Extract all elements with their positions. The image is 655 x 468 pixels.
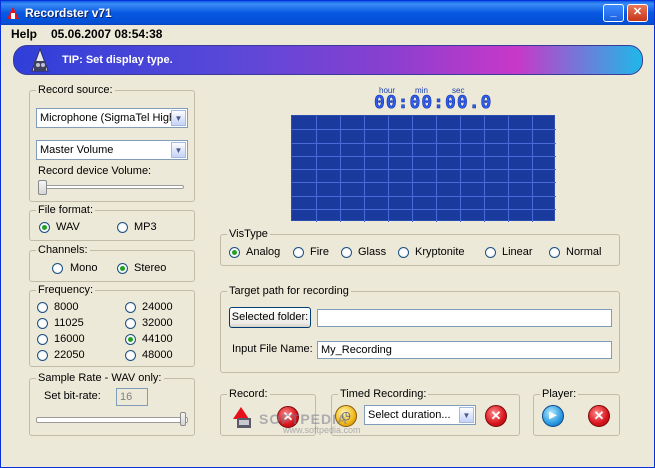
selected-folder-button[interactable]: Selected folder: — [229, 307, 311, 328]
frequency-legend: Frequency: — [36, 284, 96, 296]
timed-stop-icon[interactable]: ✕ — [485, 405, 507, 427]
tip-text: TIP: Set display type. — [62, 54, 173, 66]
freq-label-24000: 24000 — [142, 301, 173, 313]
radio-wav[interactable] — [39, 222, 50, 233]
chevron-down-icon[interactable]: ▼ — [171, 142, 186, 158]
sample-rate-group: Sample Rate - WAV only: Set bit-rate: 16 — [29, 372, 195, 436]
file-format-group: File format: WAV MP3 — [29, 204, 195, 241]
input-file-label: Input File Name: — [232, 343, 313, 355]
timed-recording-legend: Timed Recording: — [338, 388, 429, 400]
bit-rate-field[interactable]: 16 — [116, 388, 148, 406]
window-title: Recordster v71 — [25, 6, 112, 20]
radio-freq-44100[interactable] — [125, 334, 136, 345]
speaker-tip-icon — [31, 47, 49, 72]
radio-freq-48000[interactable] — [125, 350, 136, 361]
chevron-down-icon[interactable]: ▼ — [459, 407, 474, 423]
record-source-group: Record source: Microphone (SigmaTel High… — [29, 84, 195, 202]
duration-select-value: Select duration... — [368, 409, 451, 421]
radio-mp3-label: MP3 — [134, 221, 157, 233]
radio-freq-32000[interactable] — [125, 318, 136, 329]
radio-glass[interactable] — [341, 247, 352, 258]
app-window: Recordster v71 _ ✕ Help 05.06.2007 08:54… — [0, 0, 655, 468]
radio-mono-label: Mono — [70, 262, 98, 274]
minimize-button[interactable]: _ — [603, 4, 624, 22]
bit-rate-track[interactable] — [36, 417, 188, 423]
target-path-group: Target path for recording Selected folde… — [220, 285, 620, 373]
volume-select-value: Master Volume — [40, 144, 114, 156]
vistype-legend: VisType — [227, 228, 270, 240]
freq-label-16000: 16000 — [54, 333, 85, 345]
close-button[interactable]: ✕ — [627, 4, 648, 22]
title-bar[interactable]: Recordster v71 _ ✕ — [1, 1, 654, 25]
vistype-normal-label: Normal — [566, 246, 602, 258]
file-format-legend: File format: — [36, 204, 96, 216]
radio-mp3[interactable] — [117, 222, 128, 233]
radio-freq-24000[interactable] — [125, 302, 136, 313]
radio-freq-11025[interactable] — [37, 318, 48, 329]
radio-stereo[interactable] — [117, 263, 128, 274]
radio-stereo-label: Stereo — [134, 262, 167, 274]
softpedia-watermark-url: www.softpedia.com — [283, 425, 361, 435]
freq-label-44100: 44100 — [142, 333, 173, 345]
player-group: Player: ▶ ✕ — [533, 388, 620, 436]
folder-path-field[interactable] — [317, 309, 612, 327]
device-volume-label: Record device Volume: — [38, 165, 152, 177]
radio-fire[interactable] — [293, 247, 304, 258]
datetime-display: 05.06.2007 08:54:38 — [51, 27, 163, 41]
record-source-value: Microphone (SigmaTel High — [40, 112, 172, 124]
sample-rate-legend: Sample Rate - WAV only: — [36, 372, 164, 384]
player-legend: Player: — [540, 388, 579, 400]
menu-bar: Help 05.06.2007 08:54:38 — [1, 25, 654, 43]
radio-kryptonite[interactable] — [398, 247, 409, 258]
menu-help[interactable]: Help — [11, 27, 37, 41]
vistype-fire-label: Fire — [310, 246, 329, 258]
visualizer-display — [291, 115, 556, 222]
vistype-analog-label: Analog — [246, 246, 281, 258]
file-name-field[interactable]: My_Recording — [317, 341, 612, 359]
play-icon[interactable]: ▶ — [542, 405, 564, 427]
radio-freq-16000[interactable] — [37, 334, 48, 345]
timer-digits: 00:00:00.0 — [374, 92, 493, 114]
radio-wav-label: WAV — [56, 221, 80, 233]
visualizer-grid — [292, 116, 556, 222]
freq-label-32000: 32000 — [142, 317, 173, 329]
radio-linear[interactable] — [485, 247, 496, 258]
frequency-group: Frequency: 8000 11025 16000 22050 24000 … — [29, 284, 195, 367]
record-legend: Record: — [227, 388, 270, 400]
chevron-down-icon[interactable]: ▼ — [171, 110, 186, 126]
radio-freq-8000[interactable] — [37, 302, 48, 313]
record-source-select[interactable]: Microphone (SigmaTel High ▼ — [36, 108, 188, 128]
channels-group: Channels: Mono Stereo — [29, 244, 195, 282]
duration-select[interactable]: Select duration... ▼ — [364, 405, 476, 425]
vistype-glass-label: Glass — [358, 246, 387, 258]
freq-label-8000: 8000 — [54, 301, 79, 313]
target-path-legend: Target path for recording — [227, 285, 351, 297]
app-logo-icon — [7, 7, 19, 19]
channels-legend: Channels: — [36, 244, 90, 256]
record-source-legend: Record source: — [36, 84, 115, 96]
bit-rate-value: 16 — [120, 391, 133, 403]
bit-rate-label: Set bit-rate: — [44, 390, 101, 402]
record-start-icon[interactable] — [229, 405, 257, 431]
radio-analog[interactable] — [229, 247, 240, 258]
radio-freq-22050[interactable] — [37, 350, 48, 361]
radio-mono[interactable] — [52, 263, 63, 274]
volume-select[interactable]: Master Volume ▼ — [36, 140, 188, 160]
radio-normal[interactable] — [549, 247, 560, 258]
device-volume-track[interactable] — [38, 185, 184, 189]
tip-banner: TIP: Set display type. — [13, 45, 643, 75]
vistype-linear-label: Linear — [502, 246, 533, 258]
freq-label-48000: 48000 — [142, 349, 173, 361]
freq-label-11025: 11025 — [54, 317, 84, 329]
player-stop-icon[interactable]: ✕ — [588, 405, 610, 427]
file-name-value: My_Recording — [321, 344, 392, 356]
vistype-kryptonite-label: Kryptonite — [415, 246, 465, 258]
bit-rate-slider[interactable] — [180, 412, 186, 426]
freq-label-22050: 22050 — [54, 349, 85, 361]
vistype-group: VisType Analog Fire Glass Kryptonite Lin… — [220, 228, 620, 266]
device-volume-slider[interactable] — [38, 180, 47, 195]
